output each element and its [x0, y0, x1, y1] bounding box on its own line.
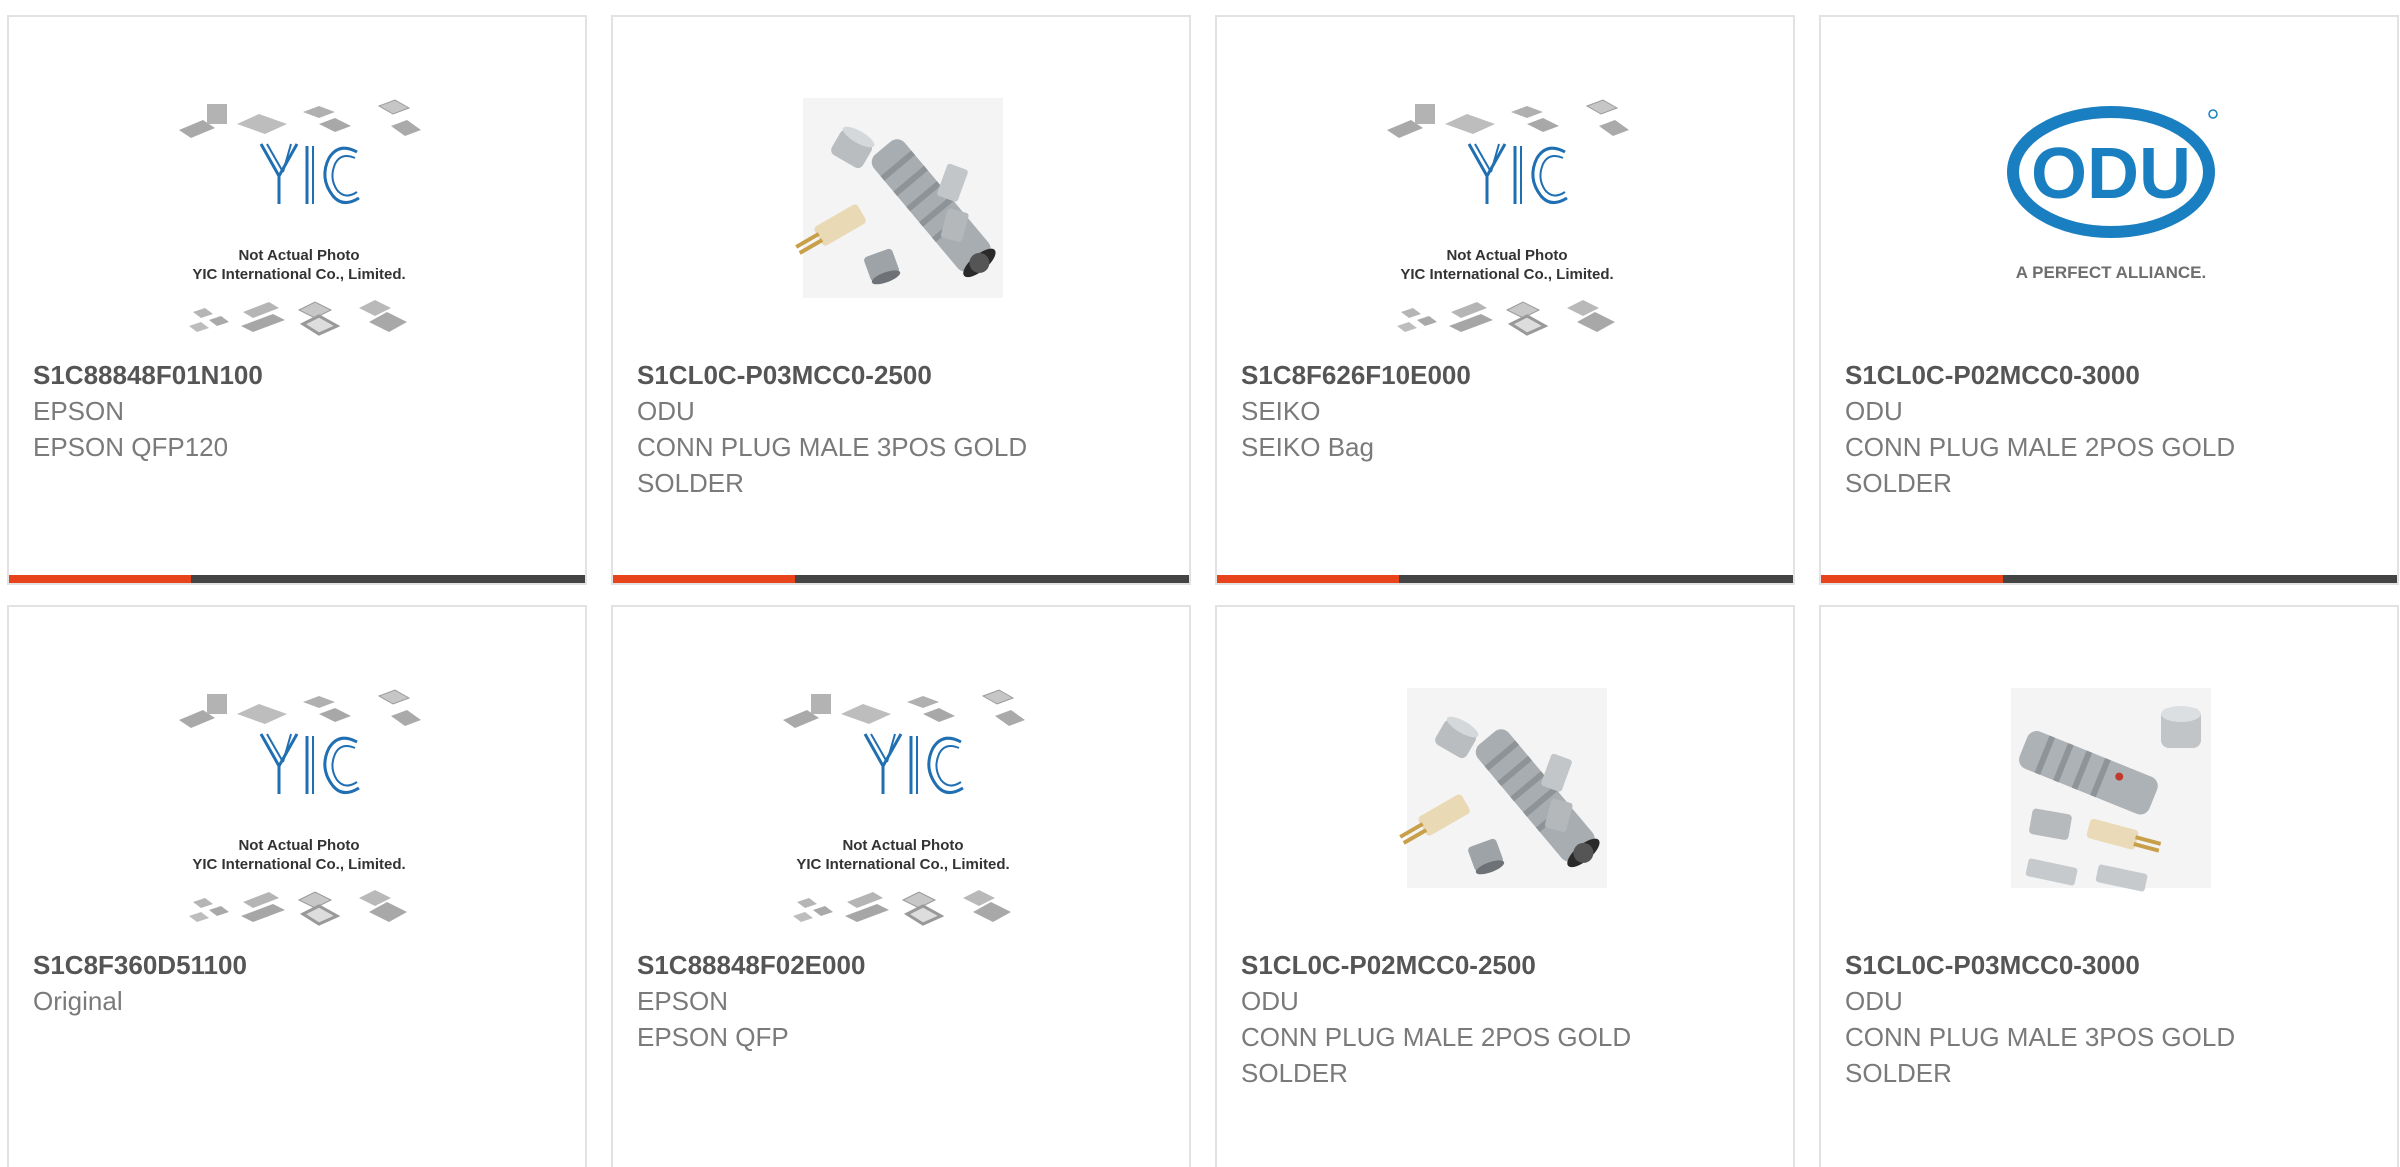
product-image[interactable]: YICNot Actual PhotoYIC International Co.…	[1377, 82, 1637, 362]
manufacturer: EPSON	[637, 986, 729, 1016]
placeholder-caption-line2: YIC International Co., Limited.	[796, 856, 1009, 873]
odu-logo-icon: ODU A PERFECT ALLIANCE.	[2007, 106, 2218, 282]
product-image[interactable]: YICNot Actual PhotoYIC International Co.…	[169, 672, 429, 952]
placeholder-caption-line2: YIC International Co., Limited.	[1400, 266, 1613, 283]
connector-kit-icon	[1396, 688, 1607, 888]
placeholder-caption-line1: Not Actual Photo	[238, 837, 359, 854]
product-card[interactable]: YICNot Actual PhotoYIC International Co.…	[7, 15, 587, 585]
product-description: EPSON QFP120	[33, 432, 229, 462]
manufacturer: Original	[33, 986, 123, 1016]
part-number[interactable]: S1CL0C-P02MCC0-2500	[1241, 947, 1771, 983]
product-description: EPSON QFP	[637, 1022, 789, 1052]
product-card[interactable]: S1CL0C-P02MCC0-2500 ODU CONN PLUG MALE 2PO…	[1215, 605, 1795, 1167]
connector-kit-icon	[792, 98, 1003, 298]
odu-brand-text: ODU	[2031, 134, 2191, 214]
manufacturer: ODU	[1845, 986, 1903, 1016]
product-description: CONN PLUG MALE 2POS GOLD SOLDER	[1845, 432, 2236, 498]
part-number[interactable]: S1C8F626F10E000	[1241, 357, 1771, 393]
product-card[interactable]: ODU A PERFECT ALLIANCE. S1CL0C-P02MCC0-300…	[1819, 15, 2399, 585]
card-bottom-bar	[613, 575, 1189, 583]
product-card[interactable]: S1CL0C-P03MCC0-2500 ODU CONN PLUG MALE 3PO…	[611, 15, 1191, 585]
placeholder-caption-line2: YIC International Co., Limited.	[192, 266, 405, 283]
manufacturer: ODU	[1241, 986, 1299, 1016]
manufacturer: EPSON	[33, 396, 125, 426]
part-number[interactable]: S1C88848F01N100	[33, 357, 563, 393]
card-bottom-bar	[1217, 575, 1793, 583]
placeholder-chips-icon: YICNot Actual PhotoYIC International Co.…	[177, 688, 423, 926]
card-bottom-bar	[1821, 575, 2397, 583]
product-description: CONN PLUG MALE 3POS GOLD SOLDER	[1845, 1022, 2236, 1088]
card-bottom-bar	[9, 575, 585, 583]
placeholder-caption-line2: YIC International Co., Limited.	[192, 856, 405, 873]
product-image[interactable]	[1981, 672, 2241, 952]
product-image[interactable]: YICNot Actual PhotoYIC International Co.…	[169, 82, 429, 362]
product-description: CONN PLUG MALE 2POS GOLD SOLDER	[1241, 1022, 1632, 1088]
placeholder-caption-line1: Not Actual Photo	[842, 837, 963, 854]
manufacturer: ODU	[1845, 396, 1903, 426]
placeholder-caption-line1: Not Actual Photo	[238, 247, 359, 264]
card-accent-bar	[9, 575, 191, 583]
product-info: S1C88848F02E000 EPSON EPSON QFP	[637, 947, 1167, 1055]
product-info: S1CL0C-P03MCC0-2500 ODU CONN PLUG MALE 3PO…	[637, 357, 1167, 501]
product-info: S1CL0C-P02MCC0-2500 ODU CONN PLUG MALE 2PO…	[1241, 947, 1771, 1091]
product-card[interactable]: YICNot Actual PhotoYIC International Co.…	[611, 605, 1191, 1167]
product-card[interactable]: YICNot Actual PhotoYIC International Co.…	[1215, 15, 1795, 585]
product-card[interactable]: S1CL0C-P03MCC0-3000 ODU CONN PLUG MALE 3PO…	[1819, 605, 2399, 1167]
product-image[interactable]: YICNot Actual PhotoYIC International Co.…	[773, 672, 1033, 952]
card-accent-bar	[613, 575, 795, 583]
card-accent-bar	[1821, 575, 2003, 583]
product-info: S1CL0C-P03MCC0-3000 ODU CONN PLUG MALE 3PO…	[1845, 947, 2375, 1091]
manufacturer: SEIKO	[1241, 396, 1321, 426]
part-number[interactable]: S1C88848F02E000	[637, 947, 1167, 983]
product-image[interactable]	[773, 82, 1033, 362]
product-card[interactable]: YICNot Actual PhotoYIC International Co.…	[7, 605, 587, 1167]
part-number[interactable]: S1CL0C-P02MCC0-3000	[1845, 357, 2375, 393]
connector-kit-alt-icon	[2011, 688, 2211, 893]
product-grid: YICNot Actual PhotoYIC International Co.…	[0, 0, 2400, 1167]
product-description: CONN PLUG MALE 3POS GOLD SOLDER	[637, 432, 1028, 498]
product-description: SEIKO Bag	[1241, 432, 1374, 462]
part-number[interactable]: S1C8F360D51100	[33, 947, 563, 983]
product-info: S1CL0C-P02MCC0-3000 ODU CONN PLUG MALE 2PO…	[1845, 357, 2375, 501]
card-accent-bar	[1217, 575, 1399, 583]
odu-tagline: A PERFECT ALLIANCE.	[2016, 263, 2206, 282]
placeholder-chips-icon: YICNot Actual PhotoYIC International Co.…	[781, 688, 1027, 926]
product-info: S1C8F626F10E000 SEIKO SEIKO Bag	[1241, 357, 1771, 465]
placeholder-chips-icon: YICNot Actual PhotoYIC International Co.…	[1385, 98, 1631, 336]
product-info: S1C8F360D51100 Original	[33, 947, 563, 1019]
product-info: S1C88848F01N100 EPSON EPSON QFP120	[33, 357, 563, 465]
part-number[interactable]: S1CL0C-P03MCC0-3000	[1845, 947, 2375, 983]
part-number[interactable]: S1CL0C-P03MCC0-2500	[637, 357, 1167, 393]
manufacturer: ODU	[637, 396, 695, 426]
product-image[interactable]	[1377, 672, 1637, 952]
product-image[interactable]: ODU A PERFECT ALLIANCE.	[1981, 82, 2241, 362]
placeholder-caption-line1: Not Actual Photo	[1446, 247, 1567, 264]
placeholder-chips-icon: YICNot Actual PhotoYIC International Co.…	[177, 98, 423, 336]
